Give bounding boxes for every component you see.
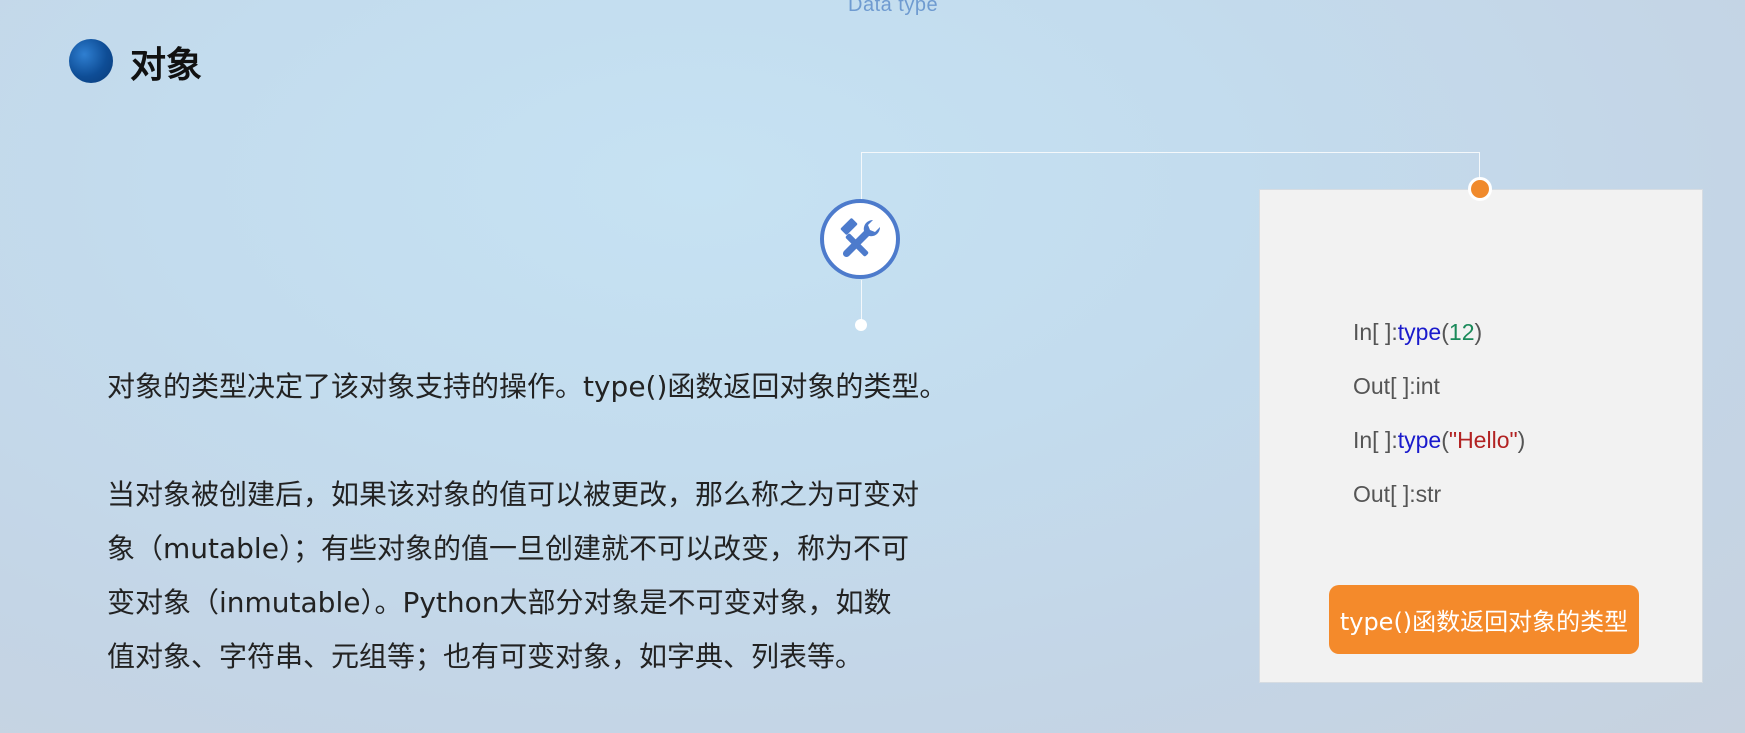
code-prompt: Out[ ]: [1353, 481, 1416, 507]
code-paren: ) [1474, 319, 1483, 345]
code-paren: ) [1517, 427, 1526, 453]
card-marker-dot [1468, 177, 1492, 201]
code-paren: ( [1441, 319, 1449, 345]
tools-icon-glyph [840, 218, 881, 258]
code-result: int [1415, 373, 1440, 399]
connector-line [861, 152, 862, 202]
code-keyword: type [1397, 319, 1442, 345]
code-prompt: Out[ ]: [1353, 373, 1416, 399]
paragraph-line: 象（mutable）；有些对象的值一旦创建就不可以改变，称为不可 [107, 532, 909, 565]
page-title: 对象 [130, 45, 203, 86]
connector-line [861, 280, 862, 324]
code-prompt: In[ ]: [1353, 427, 1398, 453]
circle-bullet-icon [69, 39, 113, 83]
paragraph-line: 变对象（inmutable）。Python大部分对象是不可变对象，如数 [107, 586, 892, 619]
code-line-input: In[ ]:type(12) [1353, 319, 1482, 346]
code-keyword: type [1397, 427, 1442, 453]
type-function-button[interactable]: type()函数返回对象的类型 [1329, 585, 1639, 654]
code-paren: ( [1441, 427, 1449, 453]
header-subtitle: Data type [848, 0, 939, 16]
paragraph-mutability: 当对象被创建后，如果该对象的值可以被更改，那么称之为可变对 象（mutable）… [107, 468, 1032, 684]
code-prompt: In[ ]: [1353, 319, 1398, 345]
code-string: "Hello" [1448, 427, 1518, 453]
code-line-output: Out[ ]:int [1353, 373, 1440, 400]
code-result: str [1415, 481, 1442, 507]
paragraph-type-intro: 对象的类型决定了该对象支持的操作。type()函数返回对象的类型。 [107, 370, 948, 403]
connector-dot [855, 319, 867, 331]
code-line-input: In[ ]:type("Hello") [1353, 427, 1525, 454]
code-number: 12 [1448, 319, 1475, 345]
paragraph-line: 当对象被创建后，如果该对象的值可以被更改，那么称之为可变对 [107, 478, 920, 511]
paragraph-line: 值对象、字符串、元组等；也有可变对象，如字典、列表等。 [107, 640, 864, 673]
connector-line [861, 152, 1480, 153]
tools-icon [820, 199, 900, 279]
code-line-output: Out[ ]:str [1353, 481, 1441, 508]
